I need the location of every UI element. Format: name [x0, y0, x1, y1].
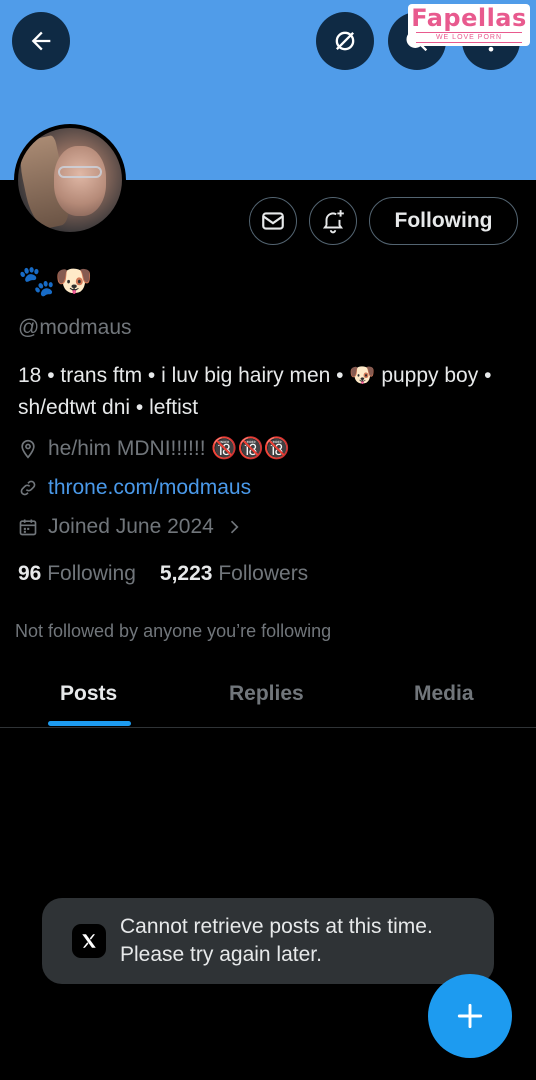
profile-tabs: Posts Replies Media: [0, 662, 536, 728]
link-icon: [20, 480, 36, 496]
active-tab-indicator: [48, 721, 131, 726]
website-row: throne.com/modmaus: [18, 476, 251, 500]
not-followed-note: Not followed by anyone you’re following: [15, 621, 332, 641]
avatar[interactable]: [14, 124, 126, 236]
location-pin-icon: [21, 439, 35, 459]
follow-stats: 96 Following 5,223 Followers: [18, 562, 308, 586]
grok-button[interactable]: [316, 12, 374, 70]
compose-fab-button[interactable]: [428, 974, 512, 1058]
profile-bio: 18 • trans ftm • i luv big hairy men • 🐶…: [18, 364, 492, 419]
watermark-tagline: WE LOVE PORN: [416, 32, 522, 43]
location-row: he/him MDNI!!!!!! 🔞🔞🔞: [18, 437, 290, 461]
tab-media[interactable]: Media: [414, 682, 474, 706]
display-name: 🐾🐶: [18, 265, 93, 298]
x-logo-icon: [72, 924, 106, 958]
location-text: he/him MDNI!!!!!! 🔞🔞🔞: [48, 437, 290, 460]
grok-icon: [335, 31, 355, 51]
error-toast: Cannot retrieve posts at this time. Plea…: [42, 898, 494, 984]
chevron-right-icon: [230, 520, 239, 534]
joined-row[interactable]: Joined June 2024: [18, 515, 244, 539]
website-link[interactable]: throne.com/modmaus: [48, 476, 251, 500]
bell-plus-icon: [322, 210, 344, 234]
joined-text: Joined June 2024: [48, 515, 214, 538]
following-stat[interactable]: 96 Following: [18, 562, 136, 586]
user-handle: @modmaus: [18, 316, 132, 339]
calendar-icon: [19, 519, 37, 536]
back-button[interactable]: [12, 12, 70, 70]
watermark-brand: Fapellas: [411, 4, 527, 32]
toast-message: Cannot retrieve posts at this time. Plea…: [120, 915, 433, 966]
watermark-logo: Fapellas WE LOVE PORN: [408, 4, 530, 46]
arrow-left-icon: [31, 31, 51, 51]
message-button[interactable]: [249, 197, 297, 245]
plus-icon: [457, 1003, 483, 1029]
notifications-button[interactable]: [309, 197, 357, 245]
following-button[interactable]: Following: [369, 197, 518, 245]
followers-stat[interactable]: 5,223 Followers: [160, 562, 308, 586]
tab-replies[interactable]: Replies: [229, 682, 304, 706]
tab-posts[interactable]: Posts: [60, 682, 117, 706]
envelope-icon: [262, 212, 284, 230]
